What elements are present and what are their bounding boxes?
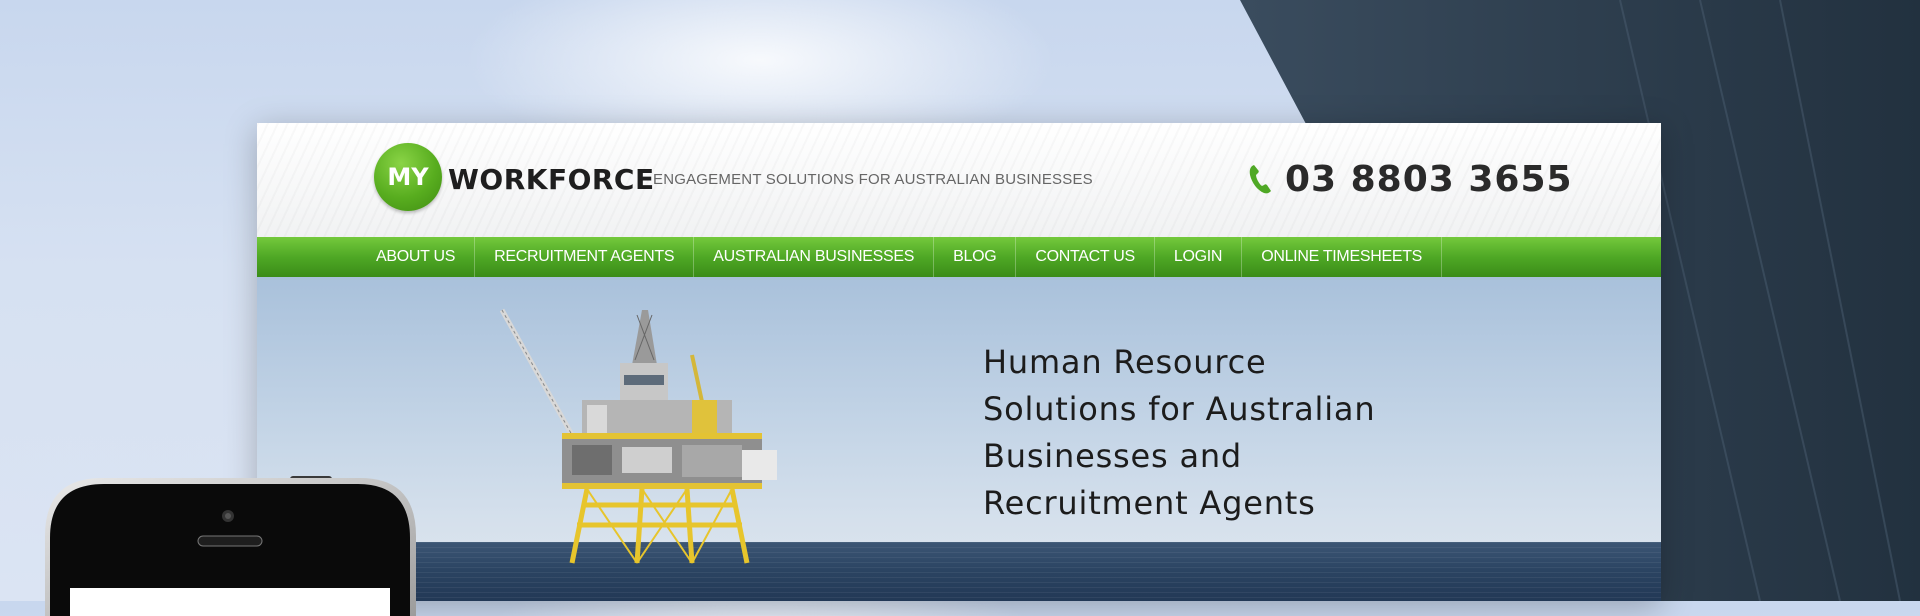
site-tagline: ENGAGEMENT SOLUTIONS FOR AUSTRALIAN BUSI…: [653, 171, 1093, 188]
nav-item-contact-us[interactable]: CONTACT US: [1016, 237, 1155, 277]
hero-heading: Human Resource Solutions for Australian …: [983, 339, 1403, 527]
nav-item-online-timesheets[interactable]: ONLINE TIMESHEETS: [1242, 237, 1443, 277]
nav-item-australian-businesses[interactable]: AUSTRALIAN BUSINESSES: [694, 237, 935, 277]
hero-line: Human Resource: [983, 343, 1267, 381]
hero-sea-texture: [257, 542, 1661, 601]
oil-rig-image: [499, 308, 777, 564]
website-preview: MY WORKFORCE ENGAGEMENT SOLUTIONS FOR AU…: [257, 123, 1661, 601]
nav-item-login[interactable]: LOGIN: [1155, 237, 1243, 277]
iphone-device: [45, 476, 416, 616]
site-header: MY WORKFORCE ENGAGEMENT SOLUTIONS FOR AU…: [257, 123, 1661, 237]
logo-badge[interactable]: MY: [374, 143, 442, 211]
hero-line: Businesses and: [983, 437, 1243, 475]
hero-line: Solutions for Australian: [983, 390, 1376, 428]
nav-item-blog[interactable]: BLOG: [934, 237, 1017, 277]
logo-badge-text: MY: [387, 163, 429, 191]
hero-banner: Human Resource Solutions for Australian …: [257, 277, 1661, 601]
nav-item-about-us[interactable]: ABOUT US: [357, 237, 476, 277]
hero-line: Recruitment Agents: [983, 484, 1316, 522]
phone-number[interactable]: 03 8803 3655: [1285, 159, 1573, 200]
logo-wordmark[interactable]: WORKFORCE: [448, 163, 655, 196]
main-nav: ABOUT US RECRUITMENT AGENTS AUSTRALIAN B…: [257, 237, 1661, 277]
phone-icon: [1249, 165, 1271, 194]
nav-item-recruitment-agents[interactable]: RECRUITMENT AGENTS: [475, 237, 695, 277]
